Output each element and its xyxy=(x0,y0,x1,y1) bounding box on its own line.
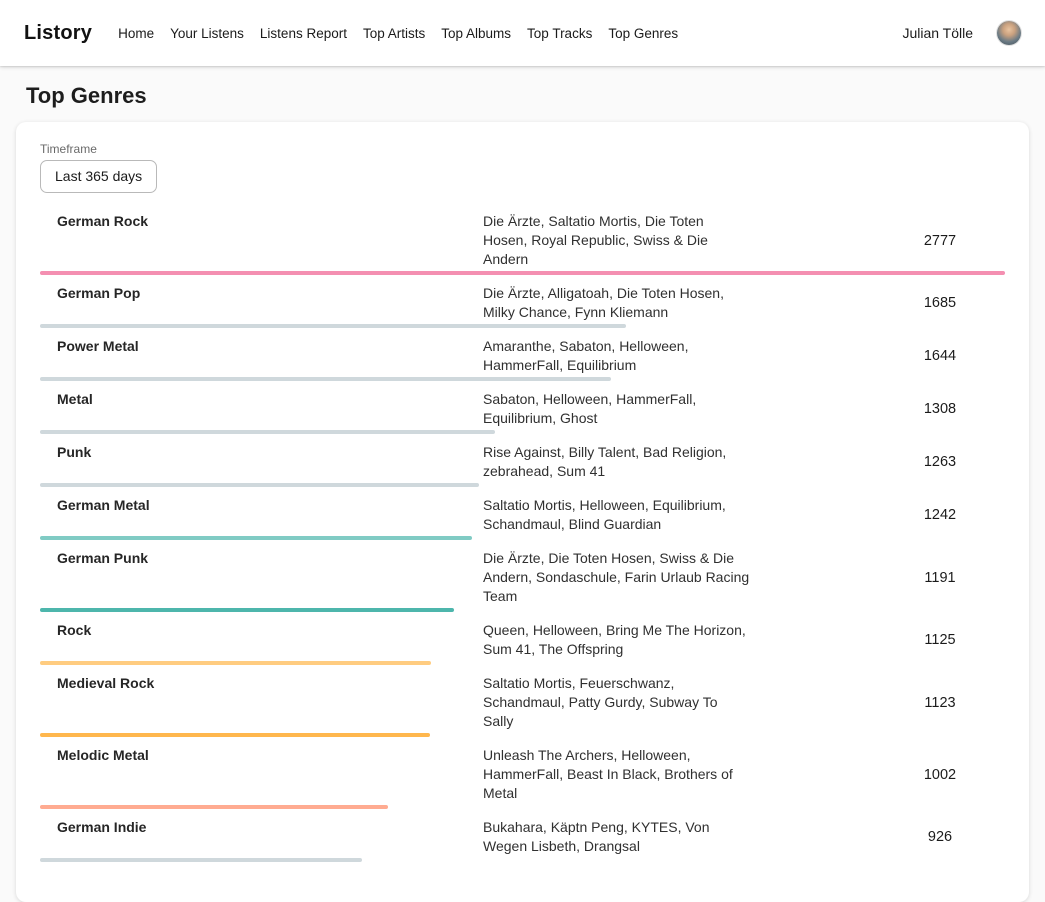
genre-name: Power Metal xyxy=(40,337,483,356)
genre-table: German Rock Die Ärzte, Saltatio Mortis, … xyxy=(40,205,1005,864)
avatar[interactable] xyxy=(997,21,1021,45)
top-nav: Listory Home Your Listens Listens Report… xyxy=(0,0,1045,66)
genre-bar xyxy=(40,608,454,612)
genre-bar xyxy=(40,805,388,809)
nav-link-top-genres[interactable]: Top Genres xyxy=(608,26,678,41)
genre-bar xyxy=(40,271,1005,275)
genre-count: 1125 xyxy=(875,632,1005,648)
genre-name: Metal xyxy=(40,390,483,409)
genre-name: German Rock xyxy=(40,212,483,231)
genre-count: 1191 xyxy=(875,570,1005,586)
page-content: Top Genres Timeframe Last 365 days Germa… xyxy=(0,83,1045,902)
nav-link-your-listens[interactable]: Your Listens xyxy=(170,26,244,41)
genre-count: 926 xyxy=(875,829,1005,845)
nav-link-home[interactable]: Home xyxy=(118,26,154,41)
genre-artists: Saltatio Mortis, Helloween, Equilibrium,… xyxy=(483,496,751,534)
timeframe-select[interactable]: Last 365 days xyxy=(40,160,157,193)
genre-name: German Punk xyxy=(40,549,483,568)
genre-bar xyxy=(40,377,611,381)
genre-row: Metal Sabaton, Helloween, HammerFall, Eq… xyxy=(40,383,1005,436)
genre-count: 1242 xyxy=(875,507,1005,523)
genre-bar xyxy=(40,733,430,737)
genre-name: Medieval Rock xyxy=(40,674,483,693)
genre-row: Melodic Metal Unleash The Archers, Hello… xyxy=(40,739,1005,811)
genre-name: German Pop xyxy=(40,284,483,303)
genre-row: Punk Rise Against, Billy Talent, Bad Rel… xyxy=(40,436,1005,489)
genre-count: 1308 xyxy=(875,401,1005,417)
genre-count: 1685 xyxy=(875,295,1005,311)
genre-name: Melodic Metal xyxy=(40,746,483,765)
nav-link-top-tracks[interactable]: Top Tracks xyxy=(527,26,592,41)
genre-row: German Punk Die Ärzte, Die Toten Hosen, … xyxy=(40,542,1005,614)
page-title: Top Genres xyxy=(26,83,1019,109)
genre-artists: Die Ärzte, Saltatio Mortis, Die Toten Ho… xyxy=(483,212,751,269)
user-name: Julian Tölle xyxy=(902,25,973,41)
nav-link-top-artists[interactable]: Top Artists xyxy=(363,26,425,41)
nav-link-listens-report[interactable]: Listens Report xyxy=(260,26,347,41)
genre-artists: Saltatio Mortis, Feuerschwanz, Schandmau… xyxy=(483,674,751,731)
genre-bar xyxy=(40,430,495,434)
genre-name: Rock xyxy=(40,621,483,640)
genre-count: 1002 xyxy=(875,767,1005,783)
top-genres-card: Timeframe Last 365 days German Rock Die … xyxy=(16,122,1029,902)
genre-artists: Sabaton, Helloween, HammerFall, Equilibr… xyxy=(483,390,751,428)
genre-artists: Amaranthe, Sabaton, Helloween, HammerFal… xyxy=(483,337,751,375)
genre-artists: Die Ärzte, Alligatoah, Die Toten Hosen, … xyxy=(483,284,751,322)
genre-bar xyxy=(40,661,431,665)
genre-artists: Rise Against, Billy Talent, Bad Religion… xyxy=(483,443,751,481)
genre-row: German Metal Saltatio Mortis, Helloween,… xyxy=(40,489,1005,542)
user-menu: Julian Tölle xyxy=(902,21,1021,45)
genre-name: German Indie xyxy=(40,818,483,837)
genre-row: Rock Queen, Helloween, Bring Me The Hori… xyxy=(40,614,1005,667)
genre-row: Medieval Rock Saltatio Mortis, Feuerschw… xyxy=(40,667,1005,739)
genre-count: 1263 xyxy=(875,454,1005,470)
genre-row: Power Metal Amaranthe, Sabaton, Hellowee… xyxy=(40,330,1005,383)
genre-bar xyxy=(40,536,472,540)
genre-name: German Metal xyxy=(40,496,483,515)
genre-count: 1123 xyxy=(875,695,1005,711)
genre-artists: Queen, Helloween, Bring Me The Horizon, … xyxy=(483,621,751,659)
genre-row: German Rock Die Ärzte, Saltatio Mortis, … xyxy=(40,205,1005,277)
genre-artists: Die Ärzte, Die Toten Hosen, Swiss & Die … xyxy=(483,549,751,606)
genre-bar xyxy=(40,858,362,862)
app-logo[interactable]: Listory xyxy=(24,22,92,45)
nav-link-top-albums[interactable]: Top Albums xyxy=(441,26,511,41)
genre-count: 1644 xyxy=(875,348,1005,364)
genre-row: German Indie Bukahara, Käptn Peng, KYTES… xyxy=(40,811,1005,864)
timeframe-control: Timeframe Last 365 days xyxy=(40,142,1005,193)
genre-row: German Pop Die Ärzte, Alligatoah, Die To… xyxy=(40,277,1005,330)
genre-name: Punk xyxy=(40,443,483,462)
nav-links: Home Your Listens Listens Report Top Art… xyxy=(118,26,902,41)
genre-artists: Bukahara, Käptn Peng, KYTES, Von Wegen L… xyxy=(483,818,751,856)
genre-artists: Unleash The Archers, Helloween, HammerFa… xyxy=(483,746,751,803)
genre-bar xyxy=(40,324,626,328)
timeframe-label: Timeframe xyxy=(40,142,1005,156)
genre-count: 2777 xyxy=(875,233,1005,249)
genre-bar xyxy=(40,483,479,487)
